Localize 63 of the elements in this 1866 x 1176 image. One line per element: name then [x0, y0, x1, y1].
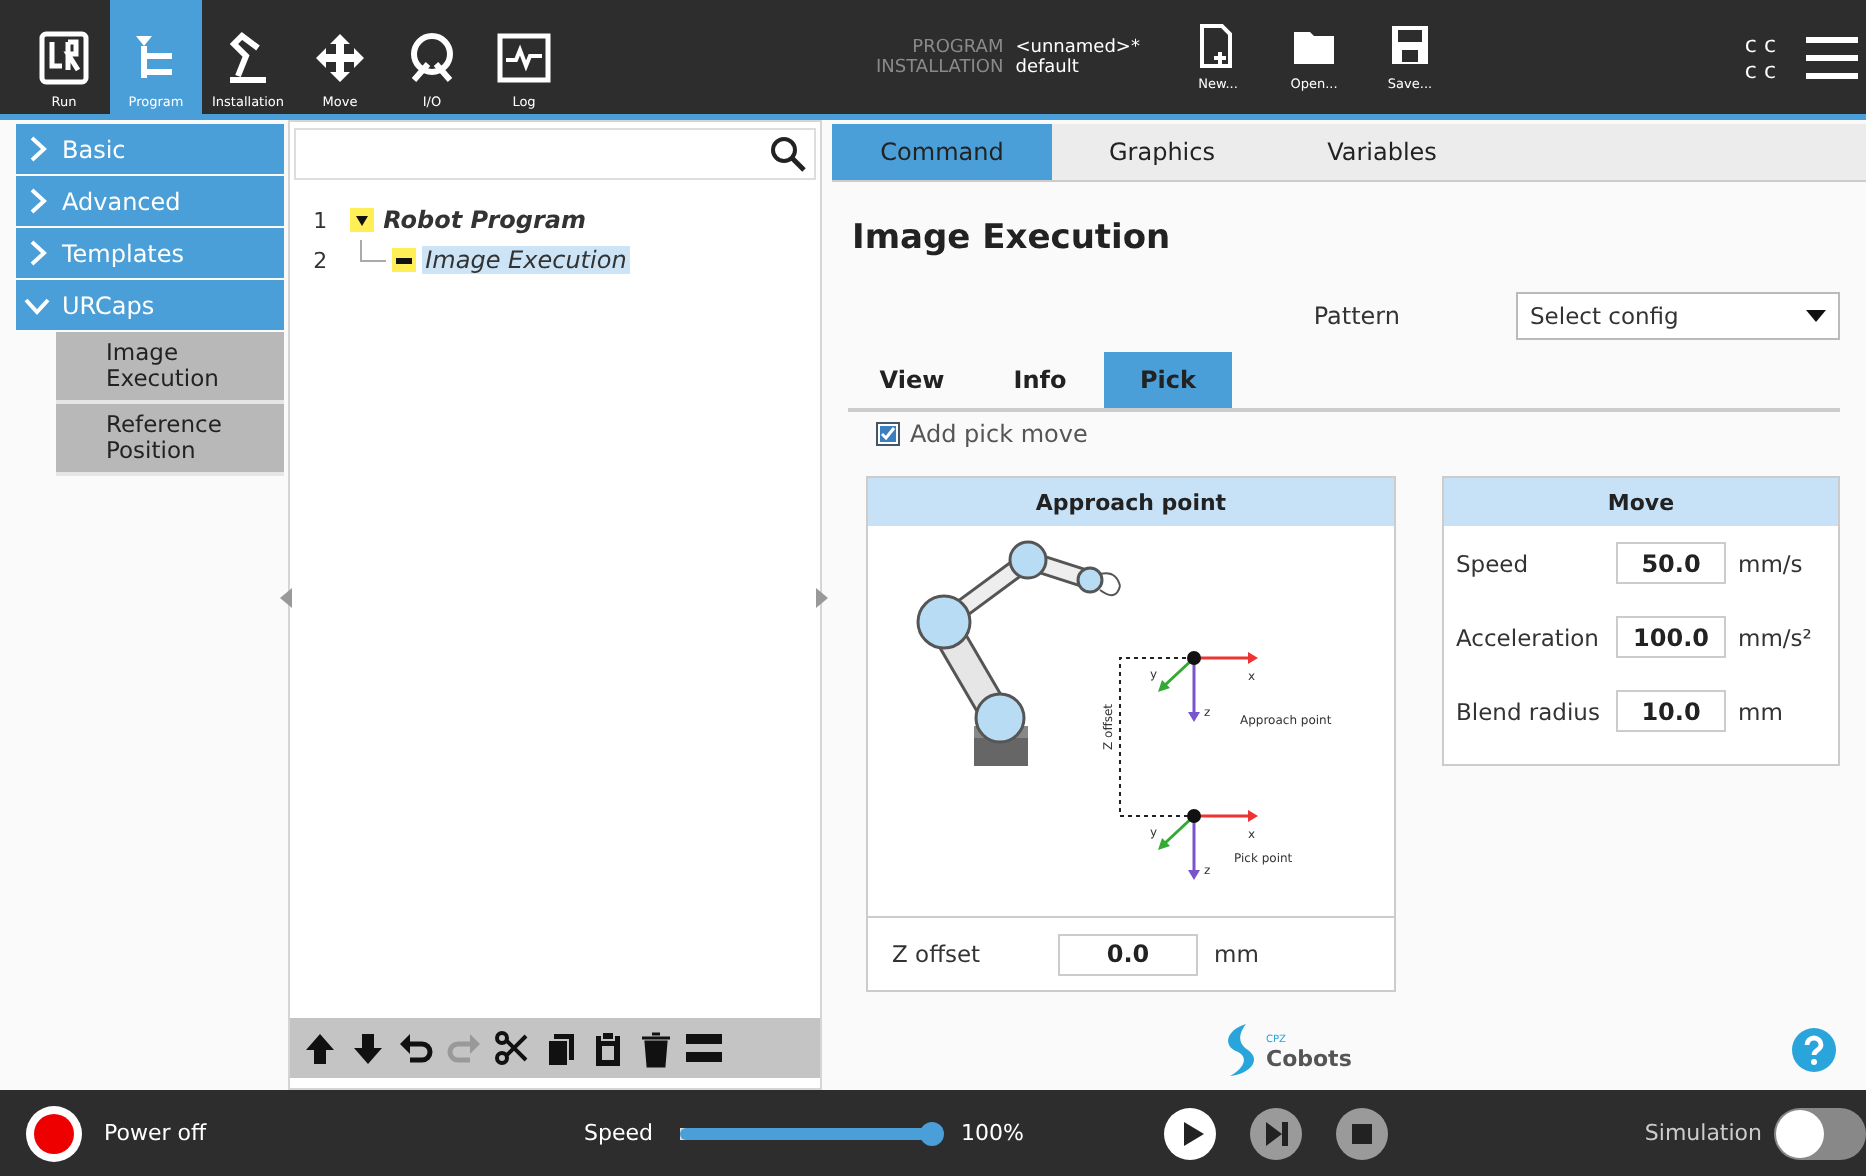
- down-arrow-icon[interactable]: [349, 1029, 386, 1067]
- caret-icon: [1806, 310, 1826, 322]
- power-button[interactable]: [24, 1103, 84, 1163]
- logo-name: Cobots: [1266, 1050, 1352, 1070]
- z-offset-field[interactable]: 0.0: [1058, 933, 1198, 975]
- help-icon[interactable]: [1792, 1028, 1836, 1072]
- speed-reading: 100%: [960, 1120, 1024, 1146]
- page-title: Image Execution: [852, 218, 1173, 258]
- tab[interactable]: Info: [976, 352, 1104, 408]
- node-button[interactable]: Reference Position: [56, 404, 284, 476]
- program-node[interactable]: Robot Program: [379, 206, 590, 234]
- program-name: <unnamed>*: [1015, 37, 1142, 57]
- tab[interactable]: View: [848, 352, 976, 408]
- scissors-icon[interactable]: [493, 1029, 530, 1067]
- play-icon[interactable]: [1164, 1107, 1216, 1159]
- number-field[interactable]: 10.0: [1616, 690, 1726, 732]
- expand-toggle-icon[interactable]: [349, 208, 374, 232]
- field-label: Speed: [1456, 549, 1531, 577]
- node-button[interactable]: Image Execution: [56, 332, 284, 404]
- simulation-label: Simulation: [1644, 1120, 1762, 1146]
- node-icon: [391, 248, 416, 272]
- tab[interactable]: Variables: [1272, 124, 1492, 180]
- pattern-dropdown[interactable]: Select config: [1516, 292, 1840, 340]
- trash-icon[interactable]: [637, 1029, 674, 1067]
- search-field[interactable]: [293, 128, 816, 180]
- installation-label: INSTALLATION: [874, 57, 1004, 77]
- installation-name: default: [1015, 57, 1081, 77]
- speed-label: Speed: [584, 1120, 653, 1146]
- bars-icon[interactable]: [685, 1029, 722, 1067]
- unit-label: mm: [1214, 940, 1259, 968]
- unit-label: mm: [1738, 697, 1783, 725]
- tab[interactable]: Graphics: [1052, 124, 1272, 180]
- checkbox-label: Add pick move: [910, 420, 1088, 448]
- expand-handle[interactable]: [814, 588, 828, 608]
- collapse-handle[interactable]: [279, 588, 294, 608]
- pick-axes-drawing: [1158, 809, 1258, 880]
- field-label: Blend radius: [1456, 697, 1602, 725]
- program-label: PROGRAM: [910, 37, 1004, 57]
- program-node[interactable]: Image Execution: [421, 246, 631, 274]
- logo-icon: [34, 28, 94, 88]
- number-field[interactable]: 50.0: [1616, 542, 1726, 584]
- status-mark: c c: [1744, 31, 1776, 57]
- simulation-toggle[interactable]: [1774, 1107, 1866, 1159]
- unit-label: mm/s: [1738, 549, 1803, 577]
- checkbox[interactable]: [876, 422, 900, 446]
- undo-icon[interactable]: [397, 1029, 434, 1067]
- tab[interactable]: Command: [832, 124, 1052, 180]
- line-number: 1: [313, 207, 330, 233]
- menu-icon[interactable]: [1806, 35, 1858, 79]
- panel-title: Move: [1444, 478, 1838, 526]
- line-number: 2: [313, 247, 330, 273]
- up-arrow-icon[interactable]: [301, 1029, 338, 1067]
- tab[interactable]: Pick: [1104, 352, 1232, 408]
- power-status: Power off: [104, 1120, 207, 1146]
- number-field[interactable]: 100.0: [1616, 616, 1726, 658]
- status-mark: c c: [1744, 57, 1776, 83]
- pattern-label: Pattern: [1313, 302, 1400, 330]
- unit-label: mm/s²: [1738, 623, 1812, 651]
- field-label: Z offset: [892, 940, 983, 968]
- search-icon[interactable]: [770, 136, 806, 172]
- panel-title: Approach point: [868, 478, 1394, 526]
- field-label: Acceleration: [1456, 623, 1601, 651]
- monitor-icon: [494, 28, 554, 88]
